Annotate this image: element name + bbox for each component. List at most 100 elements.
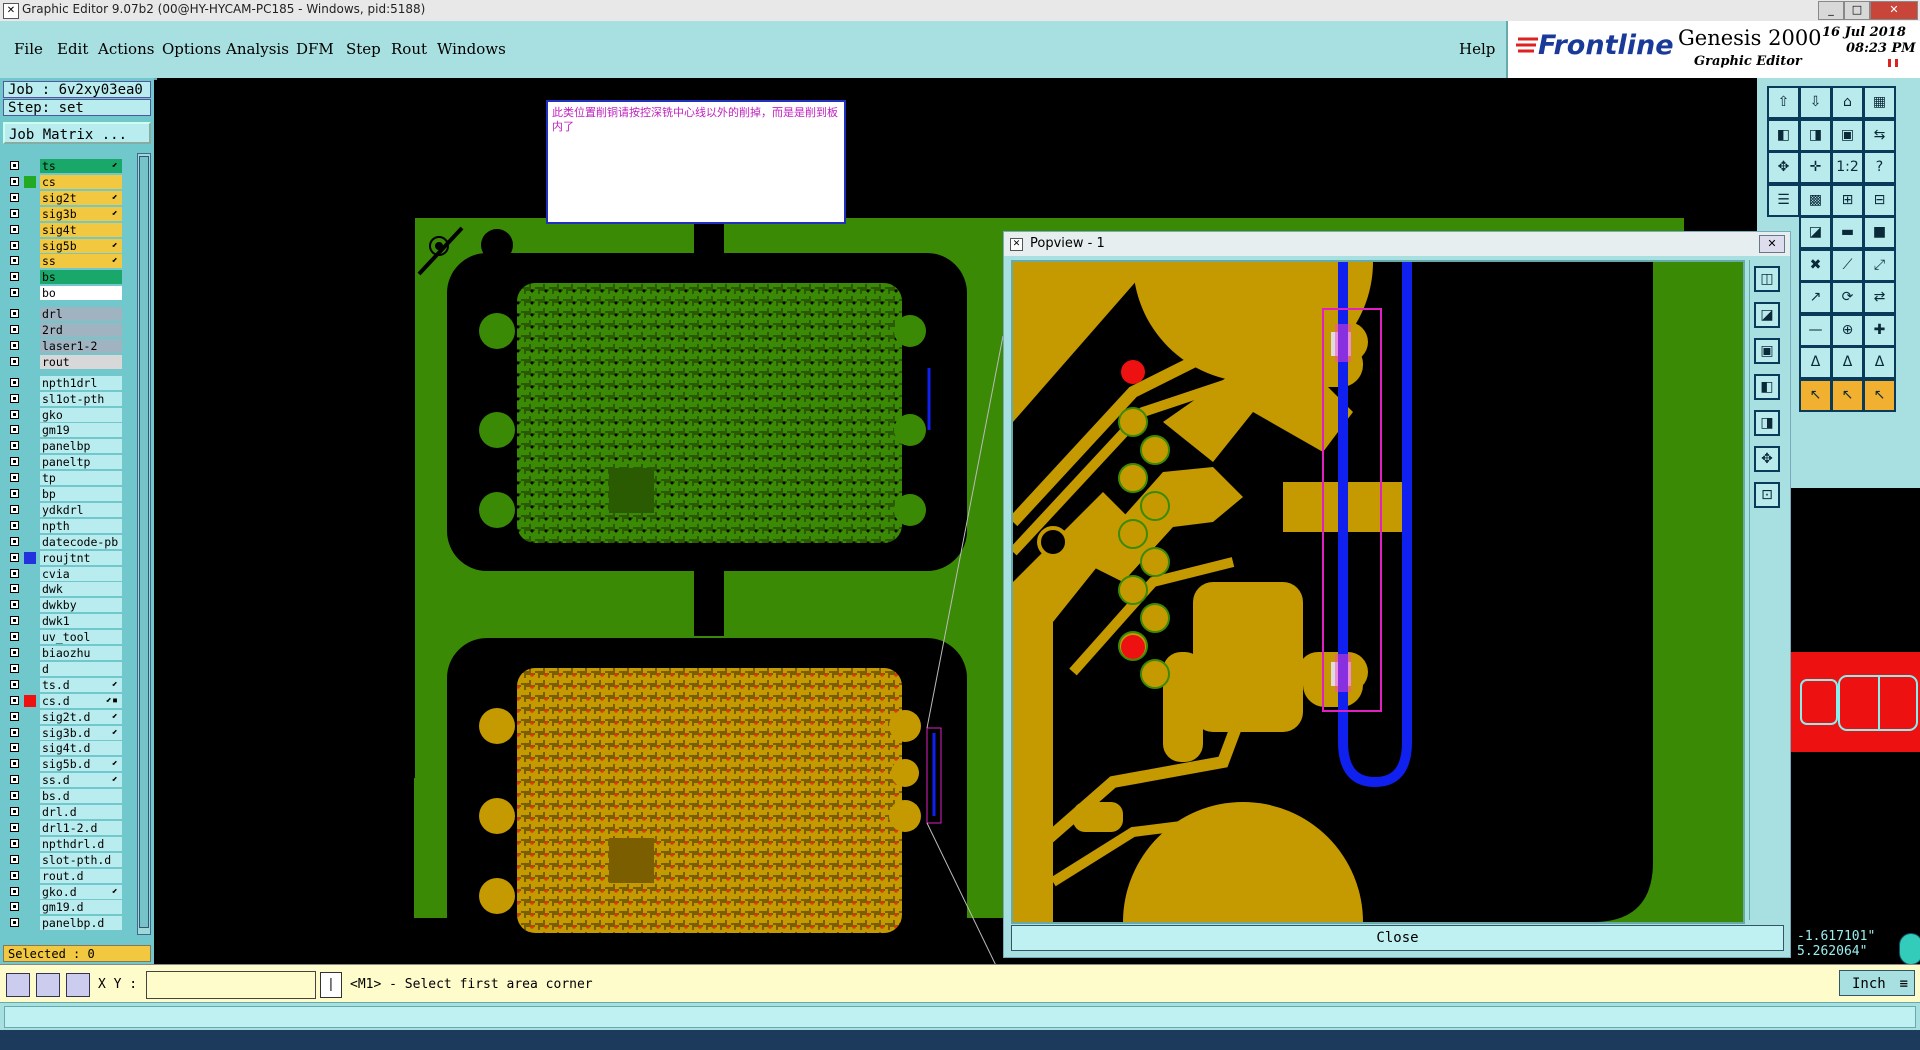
- layer-name[interactable]: roujtnt: [40, 550, 122, 565]
- menu-options[interactable]: Options: [162, 40, 221, 58]
- layer-name[interactable]: drl.d: [40, 805, 122, 819]
- layer-row[interactable]: uv_tool: [0, 630, 125, 645]
- layer-row[interactable]: dwk: [0, 582, 125, 597]
- layer-color-swatch[interactable]: [24, 615, 36, 627]
- popview-pcb-detail[interactable]: [1013, 262, 1743, 922]
- layer-row[interactable]: cvia: [0, 566, 125, 581]
- layer-color-swatch[interactable]: [24, 224, 36, 236]
- feature-icon-button[interactable]: ⊞: [1831, 183, 1864, 217]
- layer-color-swatch[interactable]: [24, 393, 36, 405]
- layer-row[interactable]: sig4t: [0, 222, 125, 237]
- layer-row[interactable]: sl1ot-pth: [0, 391, 125, 406]
- home-icon-button[interactable]: ⌂: [1831, 86, 1864, 119]
- layer-checkbox[interactable]: [10, 663, 19, 673]
- layer-color-swatch[interactable]: [24, 472, 36, 484]
- layer-name[interactable]: sig5b.d ⬋: [40, 757, 122, 772]
- layer-name[interactable]: dwkby: [40, 598, 122, 613]
- measure-icon-button[interactable]: Δ: [1799, 346, 1832, 379]
- layer-color-swatch[interactable]: [24, 551, 36, 564]
- layer-row[interactable]: sig2t ⬋: [0, 190, 125, 205]
- layer-name[interactable]: bs: [40, 270, 122, 285]
- layer-row[interactable]: bp: [0, 487, 125, 501]
- grid-icon[interactable]: [66, 973, 90, 997]
- layer-name[interactable]: gko: [40, 407, 122, 422]
- layer-row[interactable]: rout.d: [0, 868, 125, 883]
- layer-checkbox[interactable]: [10, 727, 19, 737]
- layer-color-swatch[interactable]: [24, 854, 36, 866]
- layer-row[interactable]: npth: [0, 518, 125, 533]
- layer-row[interactable]: panelbp.d: [0, 916, 125, 931]
- layer-row[interactable]: 2rd: [0, 323, 125, 337]
- layer-name[interactable]: gm19.d: [40, 900, 122, 915]
- snap-icon-button[interactable]: ↖: [1799, 378, 1832, 412]
- layer-row[interactable]: tp: [0, 471, 125, 486]
- layer-checkbox[interactable]: [10, 377, 19, 387]
- layer-row[interactable]: sig5b.d ⬋: [0, 757, 125, 772]
- layer-name[interactable]: ss ⬋: [40, 254, 122, 269]
- layer-color-swatch[interactable]: [24, 806, 36, 818]
- layer-name[interactable]: d: [40, 661, 122, 676]
- layer-name[interactable]: sig5b ⬋: [40, 238, 122, 253]
- popview-tool-button[interactable]: ◪: [1754, 302, 1780, 328]
- layer-row[interactable]: slot-pth.d: [0, 852, 125, 867]
- layer-color-swatch[interactable]: [24, 520, 36, 532]
- zoom-area-icon[interactable]: [6, 973, 30, 997]
- layer-name[interactable]: bp: [40, 487, 122, 501]
- save-icon-button[interactable]: ↖: [1863, 378, 1896, 412]
- layer-name[interactable]: cvia: [40, 566, 122, 581]
- layer-name[interactable]: sig2t ⬋: [40, 190, 122, 205]
- layer-color-swatch[interactable]: [24, 631, 36, 643]
- popview-tool-button[interactable]: ◫: [1754, 266, 1780, 292]
- open-icon-button[interactable]: ↖: [1831, 378, 1864, 412]
- layer-name[interactable]: bo: [40, 286, 122, 301]
- layer-checkbox[interactable]: [10, 743, 19, 753]
- layer-checkbox[interactable]: [10, 536, 19, 546]
- layer-color-swatch[interactable]: [24, 456, 36, 468]
- layer-name[interactable]: panelbp.d: [40, 916, 122, 931]
- layer-name[interactable]: paneltp: [40, 455, 122, 470]
- measure-icon[interactable]: [36, 973, 60, 997]
- job-matrix-button[interactable]: Job Matrix ...: [3, 122, 151, 144]
- layer-color-swatch[interactable]: [24, 742, 36, 754]
- home-icon-button[interactable]: ■: [1863, 216, 1896, 249]
- popview-tool-button[interactable]: ▣: [1754, 338, 1780, 364]
- layer-checkbox[interactable]: [10, 409, 19, 419]
- layer-row[interactable]: dwkby: [0, 598, 125, 613]
- menu-file[interactable]: File: [14, 40, 43, 58]
- next-icon-button[interactable]: ⤢: [1863, 248, 1896, 282]
- layer-checkbox[interactable]: [10, 161, 19, 170]
- layer-checkbox[interactable]: [10, 288, 19, 298]
- layer-checkbox[interactable]: [10, 886, 19, 896]
- layer-row[interactable]: npthdrl.d: [0, 836, 125, 851]
- popview-window[interactable]: ✕ Popview - 1 ✕ ◫ ◪ ▣ ◧ ◨ ✥ ⊡ Close: [1003, 231, 1791, 958]
- layer-name[interactable]: panelbp: [40, 439, 122, 454]
- menu-windows[interactable]: Windows: [437, 40, 506, 58]
- zoom-icon-button[interactable]: ✛: [1799, 151, 1832, 184]
- units-select[interactable]: Inch ≡: [1839, 970, 1915, 996]
- layer-color-swatch[interactable]: [24, 694, 36, 707]
- layer-checkbox[interactable]: [10, 520, 19, 530]
- layer-color-swatch[interactable]: [24, 917, 36, 929]
- layer-color-swatch[interactable]: [24, 255, 36, 267]
- layer-checkbox[interactable]: [10, 393, 19, 403]
- layout-icon-button[interactable]: ▦: [1863, 86, 1896, 119]
- layer-checkbox[interactable]: [10, 616, 19, 626]
- layer-row[interactable]: gm19.d: [0, 900, 125, 915]
- layer-checkbox[interactable]: [10, 648, 19, 657]
- layer-row[interactable]: sig3b ⬋: [0, 206, 125, 221]
- layer-color-swatch[interactable]: [24, 790, 36, 802]
- layer-row[interactable]: sig5b ⬋: [0, 238, 125, 253]
- layer-checkbox[interactable]: [10, 425, 19, 435]
- popview-tool-button[interactable]: ⊡: [1754, 482, 1780, 508]
- layer-color-swatch[interactable]: [24, 308, 36, 320]
- layer-color-swatch[interactable]: [24, 208, 36, 220]
- layer-color-swatch[interactable]: [24, 727, 36, 739]
- popview-tool-button[interactable]: ✥: [1754, 446, 1780, 472]
- layer-checkbox[interactable]: [10, 192, 19, 202]
- layer-row[interactable]: cs.d ⬋▪: [0, 693, 125, 708]
- menu-edit[interactable]: Edit: [57, 40, 88, 58]
- prev-icon-button[interactable]: ⟋: [1831, 248, 1864, 282]
- layer-color-swatch[interactable]: [24, 774, 36, 786]
- layer-row[interactable]: ts ⬋: [0, 159, 125, 173]
- layer-name[interactable]: 2rd: [40, 323, 122, 337]
